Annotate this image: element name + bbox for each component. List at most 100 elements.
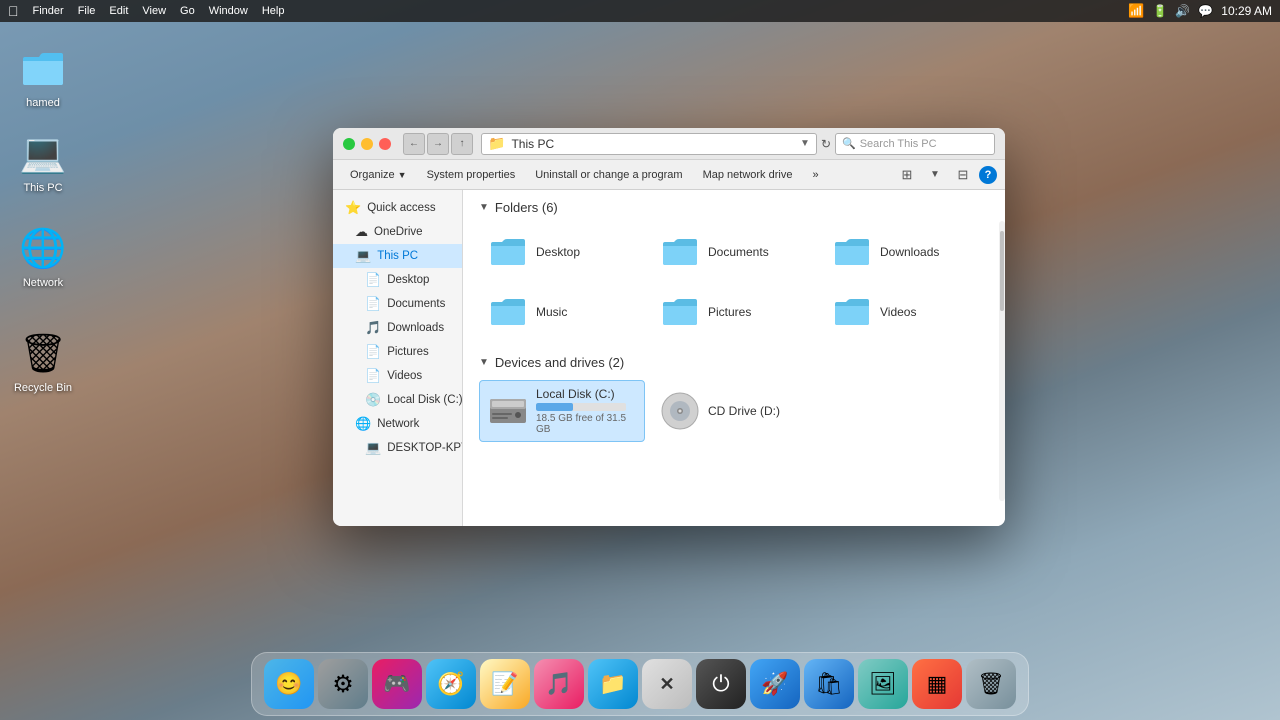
apple-menu-icon[interactable]:  — [8, 3, 19, 19]
folder-item-downloads[interactable]: Downloads — [823, 225, 989, 279]
x-icon: ✕ — [659, 674, 674, 695]
folder-icon — [19, 45, 67, 93]
minimize-button[interactable] — [361, 138, 373, 150]
sidebar-item-desktop-kpt[interactable]: 💻 DESKTOP-KPT6F... — [333, 436, 462, 460]
window-menu[interactable]: Window — [209, 5, 248, 17]
close-button[interactable] — [379, 138, 391, 150]
dock-item-gamecenter[interactable]: 🎮 — [372, 659, 422, 709]
organize-dropdown-icon: ▼ — [398, 170, 407, 180]
drive-item-c[interactable]: Local Disk (C:) 18.5 GB free of 31.5 GB — [479, 380, 645, 442]
maximize-button[interactable] — [343, 138, 355, 150]
desktop-icon-folder[interactable]: hamed — [8, 45, 78, 109]
downloads-folder-name: Downloads — [880, 245, 939, 259]
system-properties-button[interactable]: System properties — [418, 164, 525, 186]
thispc-label: This PC — [23, 182, 62, 194]
up-button[interactable]: ↑ — [451, 133, 473, 155]
sidebar-item-pictures[interactable]: 📄 Pictures — [333, 340, 462, 364]
edit-menu[interactable]: Edit — [109, 5, 128, 17]
folders-section-title: Folders (6) — [495, 200, 558, 215]
videos-folder-icon — [832, 292, 872, 332]
notes-icon: 📝 — [491, 671, 518, 697]
dock-item-notes[interactable]: 📝 — [480, 659, 530, 709]
view-pane-button[interactable]: ⊟ — [951, 164, 975, 186]
sidebar-item-downloads[interactable]: 🎵 Downloads — [333, 316, 462, 340]
help-button[interactable]: ? — [979, 166, 997, 184]
onedrive-icon: ☁ — [355, 224, 368, 240]
view-menu[interactable]: View — [142, 5, 166, 17]
title-bar: ← → ↑ 📁 This PC ▼ ↻ 🔍 Search This PC — [333, 128, 1005, 160]
dock-item-x[interactable]: ✕ — [642, 659, 692, 709]
folder-item-desktop[interactable]: Desktop — [479, 225, 645, 279]
hdd-icon — [488, 391, 528, 431]
battery-icon: 🔋 — [1152, 4, 1167, 18]
sidebar-item-this-pc[interactable]: 💻 This PC — [333, 244, 462, 268]
address-text: This PC — [511, 137, 554, 151]
sidebar-item-videos[interactable]: 📄 Videos — [333, 364, 462, 388]
drives-section-title: Devices and drives (2) — [495, 355, 624, 370]
search-bar[interactable]: 🔍 Search This PC — [835, 133, 995, 155]
dock-item-finder[interactable]: 😊 — [264, 659, 314, 709]
refresh-button[interactable]: ↻ — [821, 137, 831, 151]
folders-grid: Desktop Documents — [479, 225, 989, 339]
drive-item-d[interactable]: CD Drive (D:) — [651, 380, 817, 442]
finder-menu[interactable]: Finder — [33, 5, 64, 17]
folder-item-music[interactable]: Music — [479, 285, 645, 339]
desktop-icon-thispc[interactable]: 💻 This PC — [8, 130, 78, 194]
videos-sidebar-icon: 📄 — [365, 368, 381, 384]
go-menu[interactable]: Go — [180, 5, 195, 17]
dock-item-preview[interactable]: 🖼 — [858, 659, 908, 709]
notification-icon: 💬 — [1198, 4, 1213, 18]
sidebar-item-onedrive[interactable]: ☁ OneDrive — [333, 220, 462, 244]
folder-item-pictures[interactable]: Pictures — [651, 285, 817, 339]
this-pc-sidebar-icon: 💻 — [355, 248, 371, 264]
sidebar-item-quick-access[interactable]: ⭐ Quick access — [333, 196, 462, 220]
dock-item-trash[interactable]: 🗑 — [966, 659, 1016, 709]
file-menu[interactable]: File — [78, 5, 96, 17]
map-network-button[interactable]: Map network drive — [694, 164, 802, 186]
dock-item-files[interactable]: 📁 — [588, 659, 638, 709]
desktop:  Finder File Edit View Go Window Help 📶… — [0, 0, 1280, 720]
sidebar-item-desktop[interactable]: 📄 Desktop — [333, 268, 462, 292]
address-bar-container: 📁 This PC ▼ ↻ 🔍 Search This PC — [481, 133, 995, 155]
drives-section-header[interactable]: ▼ Devices and drives (2) — [479, 355, 989, 370]
sidebar-item-local-disk[interactable]: 💿 Local Disk (C:) — [333, 388, 462, 412]
settings-icon: ⚙ — [332, 670, 354, 699]
desktop-icon-recycle[interactable]: 🗑 Recycle Bin — [8, 330, 78, 394]
mosaic-icon: ▦ — [927, 671, 948, 697]
organize-button[interactable]: Organize ▼ — [341, 164, 416, 186]
back-button[interactable]: ← — [403, 133, 425, 155]
menu-bar:  Finder File Edit View Go Window Help 📶… — [0, 0, 1280, 22]
folder-item-videos[interactable]: Videos — [823, 285, 989, 339]
view-icon-grid[interactable]: ⊞ — [895, 164, 919, 186]
network-icon: 🌐 — [19, 225, 67, 273]
downloads-folder-icon — [832, 232, 872, 272]
more-button[interactable]: » — [803, 164, 827, 186]
dock-item-launchpad[interactable]: 🚀 — [750, 659, 800, 709]
dock-item-safari[interactable]: 🧭 — [426, 659, 476, 709]
sidebar: ⭐ Quick access ☁ OneDrive 💻 This PC 📄 De… — [333, 190, 463, 526]
desktop-sidebar-icon: 📄 — [365, 272, 381, 288]
dock-item-settings[interactable]: ⚙ — [318, 659, 368, 709]
desktop-icon-network[interactable]: 🌐 Network — [8, 225, 78, 289]
dock-item-mosaic[interactable]: ▦ — [912, 659, 962, 709]
network-label: Network — [23, 277, 63, 289]
dock-item-music[interactable]: 🎵 — [534, 659, 584, 709]
forward-button[interactable]: → — [427, 133, 449, 155]
dock-item-power[interactable]: ⏻ — [696, 659, 746, 709]
drive-c-bar — [536, 403, 626, 411]
safari-icon: 🧭 — [437, 671, 464, 697]
folder-item-documents[interactable]: Documents — [651, 225, 817, 279]
address-bar[interactable]: 📁 This PC ▼ — [481, 133, 817, 155]
sidebar-item-network[interactable]: 🌐 Network — [333, 412, 462, 436]
uninstall-button[interactable]: Uninstall or change a program — [526, 164, 691, 186]
address-dropdown-icon[interactable]: ▼ — [800, 138, 810, 149]
gamecenter-icon: 🎮 — [383, 671, 410, 697]
help-menu[interactable]: Help — [262, 5, 285, 17]
trash-icon: 🗑 — [977, 671, 1005, 697]
nav-buttons: ← → ↑ — [403, 133, 473, 155]
folders-section-header[interactable]: ▼ Folders (6) — [479, 200, 989, 215]
dock-item-appstore[interactable]: 🛍 — [804, 659, 854, 709]
sidebar-item-documents[interactable]: 📄 Documents — [333, 292, 462, 316]
drive-d-info: CD Drive (D:) — [708, 404, 780, 418]
view-dropdown[interactable]: ▼ — [923, 164, 947, 186]
